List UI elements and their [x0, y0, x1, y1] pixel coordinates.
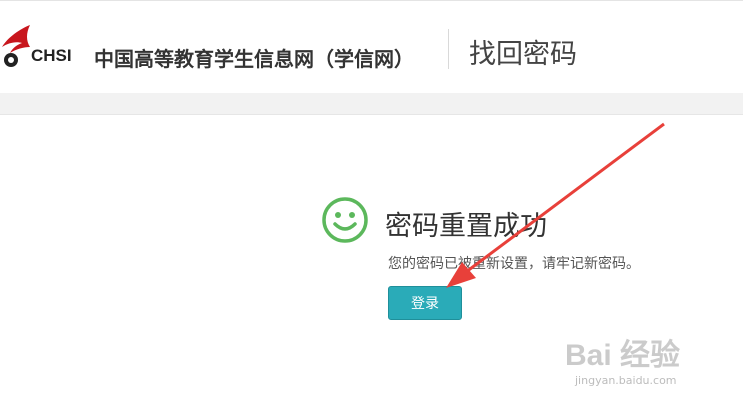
- login-button[interactable]: 登录: [388, 286, 462, 320]
- baidu-watermark: Bai 经验 jingyan.baidu.com: [565, 330, 715, 390]
- watermark-logo: Bai 经验: [565, 339, 681, 372]
- result-description: 您的密码已被重新设置，请牢记新密码。: [388, 256, 640, 272]
- page-title: 找回密码: [469, 39, 577, 70]
- header-divider: [448, 29, 449, 69]
- site-header: CHSI 中国高等教育学生信息网（学信网） 找回密码: [0, 0, 743, 94]
- smile-icon: [321, 196, 369, 244]
- nav-band: [0, 93, 743, 115]
- site-name: 中国高等教育学生信息网（学信网）: [94, 47, 414, 71]
- result-title: 密码重置成功: [385, 211, 547, 242]
- chsi-logo[interactable]: CHSI: [0, 23, 84, 73]
- logo-text: CHSI: [31, 46, 72, 65]
- watermark-url: jingyan.baidu.com: [575, 374, 677, 387]
